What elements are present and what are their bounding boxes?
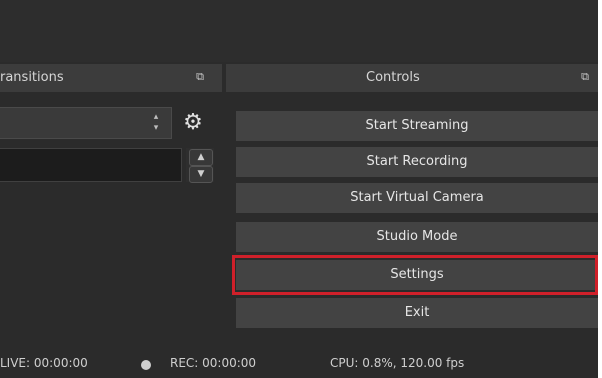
live-time: LIVE: 00:00:00: [0, 356, 88, 370]
status-bar: LIVE: 00:00:00 REC: 00:00:00 CPU: 0.8%, …: [0, 346, 598, 378]
studio-mode-button[interactable]: Studio Mode: [236, 222, 598, 252]
transition-type-select[interactable]: ▴ ▾: [0, 107, 172, 139]
start-recording-button[interactable]: Start Recording: [236, 147, 598, 177]
settings-button[interactable]: Settings: [236, 260, 598, 290]
transitions-dock-title: ransitions: [0, 70, 64, 85]
spin-down-icon[interactable]: ▼: [189, 166, 213, 183]
rec-time: REC: 00:00:00: [170, 356, 257, 370]
obs-window: ransitions ⧉ ▴ ▾ ⚙ ▲ ▼ Controls ⧉ Start S…: [0, 0, 598, 378]
start-virtual-camera-button[interactable]: Start Virtual Camera: [236, 183, 598, 213]
window-edge: [598, 0, 602, 378]
transitions-dock-header: ransitions ⧉: [0, 64, 222, 92]
select-arrows-icon: ▴ ▾: [153, 112, 159, 133]
controls-dock-header: Controls ⧉: [226, 64, 598, 92]
gear-icon[interactable]: ⚙: [178, 108, 208, 138]
undock-icon[interactable]: ⧉: [194, 70, 206, 84]
start-streaming-button[interactable]: Start Streaming: [236, 111, 598, 141]
exit-button[interactable]: Exit: [236, 298, 598, 328]
transition-duration-field[interactable]: [0, 148, 182, 182]
top-area: [0, 0, 598, 62]
cpu-fps: CPU: 0.8%, 120.00 fps: [330, 356, 465, 370]
record-indicator-icon: [141, 360, 151, 370]
duration-spinner: ▲ ▼: [186, 148, 214, 183]
spin-up-icon[interactable]: ▲: [189, 149, 213, 166]
undock-icon[interactable]: ⧉: [579, 70, 591, 84]
controls-dock-title: Controls: [366, 70, 420, 85]
